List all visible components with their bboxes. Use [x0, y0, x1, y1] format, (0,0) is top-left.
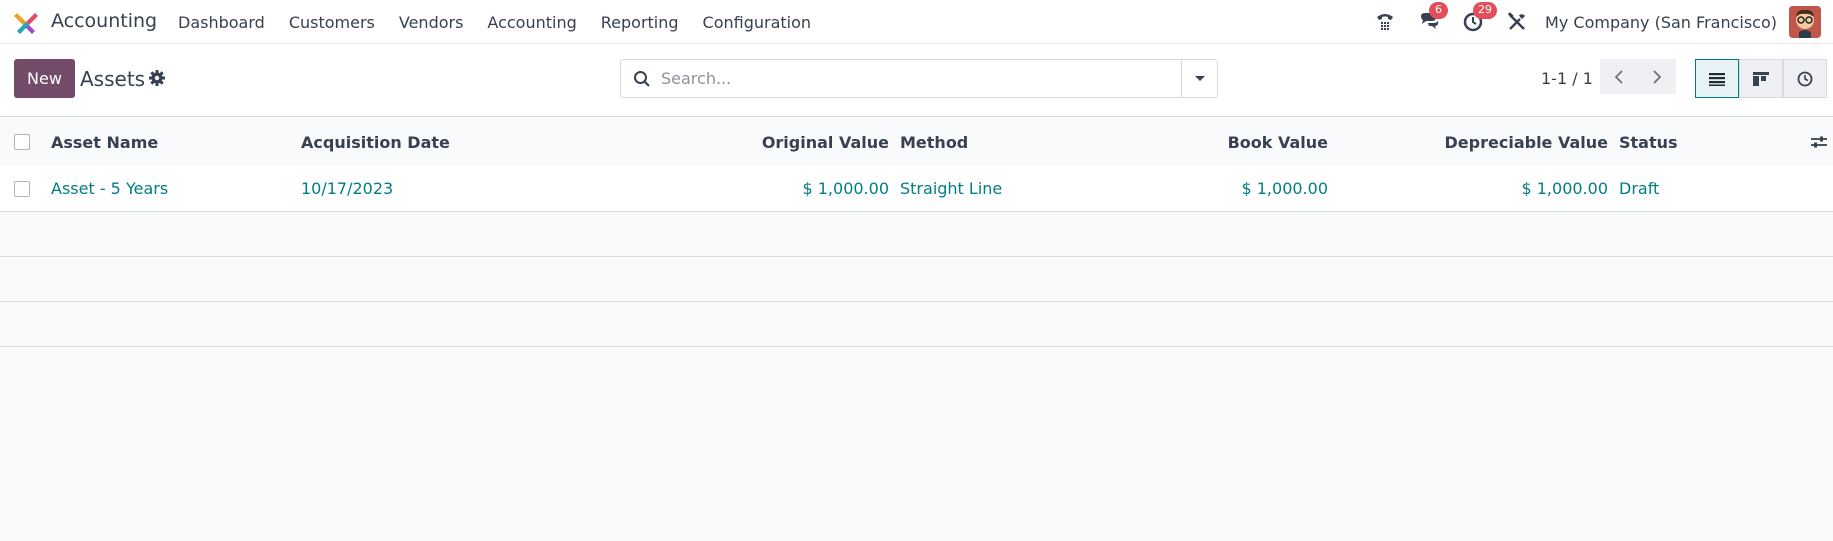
column-header-book-value[interactable]: Book Value	[1150, 118, 1328, 166]
menu-accounting[interactable]: Accounting	[487, 13, 576, 32]
column-header-status[interactable]: Status	[1619, 118, 1678, 166]
search-icon	[634, 71, 650, 87]
main-menu: Dashboard Customers Vendors Accounting R…	[166, 0, 823, 44]
column-header-method[interactable]: Method	[900, 118, 968, 166]
table-row[interactable]: Asset - 5 Years 10/17/2023 $ 1,000.00 St…	[0, 166, 1833, 212]
app-logo-icon[interactable]	[14, 10, 38, 34]
column-header-asset-name[interactable]: Asset Name	[51, 118, 158, 166]
chevron-left-icon	[1614, 69, 1623, 84]
empty-row	[0, 257, 1833, 302]
acquisition-date-cell[interactable]: 10/17/2023	[301, 166, 393, 211]
search-input[interactable]	[661, 60, 1181, 97]
pager-value[interactable]: 1-1 / 1	[1541, 69, 1593, 88]
search-options-toggle[interactable]	[1181, 60, 1217, 97]
activity-view-button[interactable]	[1783, 59, 1827, 98]
chevron-right-icon	[1653, 69, 1662, 84]
menu-customers[interactable]: Customers	[289, 13, 375, 32]
pager-next-button[interactable]	[1638, 59, 1676, 94]
assets-list: Asset Name Acquisition Date Original Val…	[0, 118, 1833, 347]
menu-vendors[interactable]: Vendors	[399, 13, 464, 32]
messages-badge: 6	[1429, 2, 1449, 19]
original-value-cell[interactable]: $ 1,000.00	[700, 166, 889, 211]
book-value-cell[interactable]: $ 1,000.00	[1150, 166, 1328, 211]
user-avatar[interactable]	[1789, 6, 1821, 38]
search-bar	[620, 59, 1218, 98]
empty-row	[0, 302, 1833, 347]
page-title[interactable]: Assets	[80, 67, 145, 91]
tools-icon[interactable]	[1503, 8, 1531, 36]
activities-badge: 29	[1473, 2, 1498, 19]
row-checkbox[interactable]	[14, 180, 30, 197]
optional-columns-icon	[1811, 136, 1827, 148]
column-header-original-value[interactable]: Original Value	[700, 118, 889, 166]
app-name[interactable]: Accounting	[51, 10, 157, 32]
table-header: Asset Name Acquisition Date Original Val…	[0, 118, 1833, 166]
kanban-view-icon	[1753, 71, 1769, 86]
chat-icon[interactable]: 6	[1415, 2, 1449, 36]
asset-name-cell[interactable]: Asset - 5 Years	[51, 166, 168, 211]
caret-down-icon	[1194, 75, 1205, 81]
menu-configuration[interactable]: Configuration	[703, 13, 812, 32]
column-header-depreciable-value[interactable]: Depreciable Value	[1400, 118, 1608, 166]
systray: 6 29 My Company (San Francisco)	[1363, 0, 1833, 44]
new-button[interactable]: New	[14, 59, 75, 98]
company-switcher[interactable]: My Company (San Francisco)	[1545, 13, 1777, 32]
list-view-button[interactable]	[1695, 59, 1739, 98]
control-panel: New Assets 1-1 / 1	[0, 44, 1833, 117]
activity-view-icon	[1797, 71, 1813, 86]
menu-dashboard[interactable]: Dashboard	[178, 13, 265, 32]
status-cell[interactable]: Draft	[1619, 166, 1659, 211]
empty-row	[0, 212, 1833, 257]
column-header-acquisition-date[interactable]: Acquisition Date	[301, 118, 450, 166]
phone-icon[interactable]	[1371, 8, 1399, 36]
method-cell[interactable]: Straight Line	[900, 166, 1002, 211]
kanban-view-button[interactable]	[1739, 59, 1783, 98]
depreciable-value-cell[interactable]: $ 1,000.00	[1400, 166, 1608, 211]
pager-previous-button[interactable]	[1600, 59, 1638, 94]
gear-icon[interactable]	[148, 69, 166, 87]
list-view-icon	[1709, 72, 1725, 86]
top-navbar: Accounting Dashboard Customers Vendors A…	[0, 0, 1833, 44]
menu-reporting[interactable]: Reporting	[601, 13, 679, 32]
clock-icon[interactable]: 29	[1459, 2, 1498, 36]
optional-columns-toggle[interactable]	[1810, 118, 1828, 166]
select-all-checkbox[interactable]	[14, 134, 30, 150]
